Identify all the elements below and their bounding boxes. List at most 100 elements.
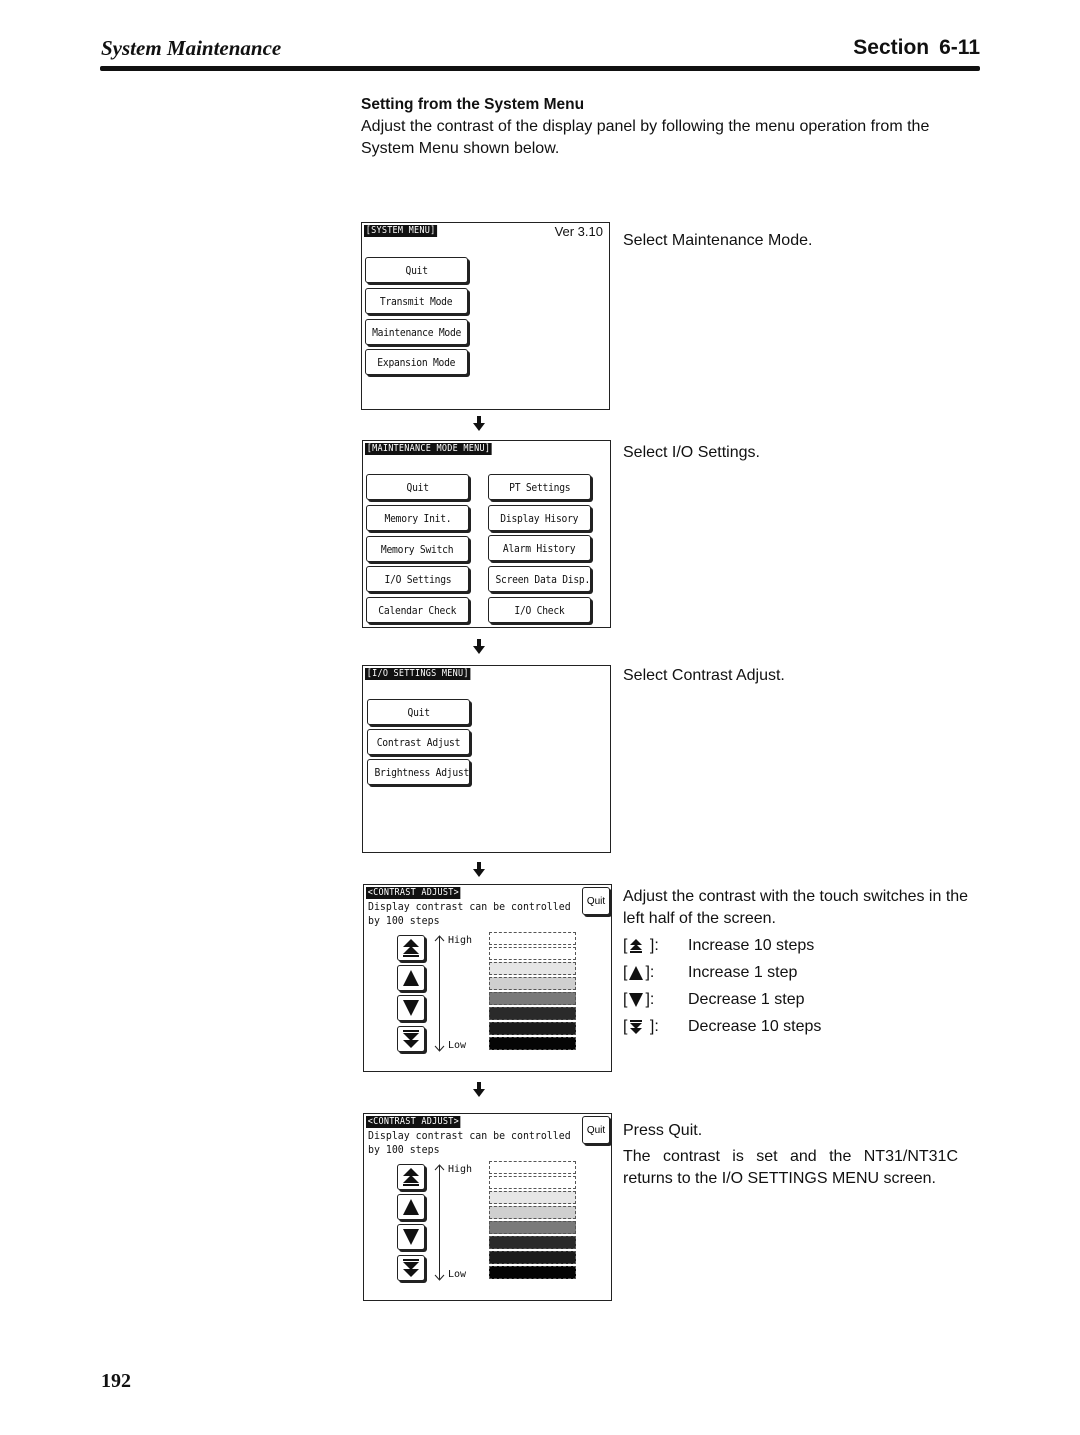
memory-switch-button[interactable]: Memory Switch: [366, 536, 469, 562]
quit-button[interactable]: Quit: [367, 699, 470, 725]
screen-title: <CONTRAST ADJUST>: [366, 887, 461, 899]
legend-label: Decrease 1 step: [688, 991, 805, 1008]
contrast-level-bar: [489, 1161, 576, 1174]
low-label: Low: [448, 1040, 467, 1051]
increase-1-step-button[interactable]: [397, 965, 425, 991]
quit-button[interactable]: Quit: [366, 474, 469, 500]
up-arrow-icon: [403, 970, 419, 986]
contrast-level-bar: [489, 977, 576, 990]
scale-up-arrowhead-icon: [434, 1164, 445, 1171]
double-down-arrow-icon: [403, 1259, 419, 1277]
contrast-level-bar: [489, 962, 576, 975]
decrease-10-steps-button[interactable]: [397, 1255, 425, 1281]
double-down-arrow-icon: [630, 1020, 643, 1034]
double-up-arrow-icon: [403, 1168, 419, 1186]
screen-title: [SYSTEM MENU]: [364, 225, 438, 237]
screen-title: <CONTRAST ADJUST>: [366, 1116, 461, 1128]
screen-title: [I/O SETTINGS MENU]: [365, 668, 471, 680]
screen-title: [MAINTENANCE MODE MENU]: [365, 443, 492, 455]
instruction-select-contrast-adjust: Select Contrast Adjust.: [623, 667, 785, 684]
section-label: Section: [853, 36, 930, 59]
contrast-adjust-button[interactable]: Contrast Adjust: [367, 729, 470, 755]
display-history-button[interactable]: Display Hisory: [488, 505, 591, 531]
pt-settings-button[interactable]: PT Settings: [488, 474, 591, 500]
contrast-level-bars: [489, 932, 576, 1052]
subsection-title: Setting from the System Menu: [361, 96, 585, 113]
high-label: High: [448, 1164, 473, 1175]
low-label: Low: [448, 1269, 467, 1280]
up-arrow-icon: [403, 1199, 419, 1215]
legend-label: Increase 10 steps: [688, 937, 815, 954]
double-down-arrow-icon: [403, 1030, 419, 1048]
version-label: Ver 3.10: [554, 224, 603, 239]
down-arrow-icon: [473, 862, 485, 877]
contrast-level-bar: [489, 1236, 576, 1249]
contrast-scale-line: [439, 937, 440, 1050]
decrease-1-step-button[interactable]: [397, 1224, 425, 1250]
down-arrow-icon: [473, 639, 485, 654]
increase-1-step-button[interactable]: [397, 1194, 425, 1220]
quit-button[interactable]: Quit: [582, 1116, 610, 1144]
contrast-level-bar: [489, 1037, 576, 1050]
contrast-level-bar: [489, 1191, 576, 1204]
decrease-10-steps-button[interactable]: [397, 1026, 425, 1052]
increase-10-steps-button[interactable]: [397, 1164, 425, 1190]
legend-decrease-1: []: Decrease 1 step: [623, 989, 805, 1011]
io-settings-menu-screen: [I/O SETTINGS MENU] Quit Contrast Adjust…: [362, 665, 611, 853]
header-rule: [100, 66, 980, 71]
maintenance-mode-menu-screen: [MAINTENANCE MODE MENU] Quit Memory Init…: [362, 440, 611, 628]
legend-label: Increase 1 step: [688, 964, 798, 981]
down-arrow-icon: [473, 416, 485, 431]
contrast-level-bar: [489, 947, 576, 960]
intro-paragraph: Adjust the contrast of the display panel…: [361, 118, 930, 157]
system-menu-screen: [SYSTEM MENU] Ver 3.10 Quit Transmit Mod…: [361, 222, 610, 410]
legend-label: Decrease 10 steps: [688, 1018, 822, 1035]
instruction-adjust-contrast: Adjust the contrast with the touch switc…: [623, 888, 969, 927]
contrast-level-bar: [489, 1221, 576, 1234]
instruction-contrast-set: The contrast is set and the NT31/NT31C r…: [623, 1148, 958, 1187]
down-arrow-icon: [403, 1229, 419, 1245]
contrast-scale-line: [439, 1166, 440, 1279]
contrast-adjust-quit-screen: <CONTRAST ADJUST> Display contrast can b…: [363, 1113, 612, 1301]
high-label: High: [448, 935, 473, 946]
down-arrow-icon: [629, 993, 644, 1007]
maintenance-mode-button[interactable]: Maintenance Mode: [365, 319, 468, 345]
io-settings-button[interactable]: I/O Settings: [366, 566, 469, 592]
legend-decrease-10: [ ]: Decrease 10 steps: [623, 1016, 821, 1038]
instruction-select-maintenance: Select Maintenance Mode.: [623, 232, 813, 249]
transmit-mode-button[interactable]: Transmit Mode: [365, 288, 468, 314]
up-arrow-icon: [629, 966, 644, 980]
down-arrow-icon: [403, 1000, 419, 1016]
contrast-description: Display contrast can be controlled by 10…: [368, 1129, 571, 1156]
contrast-level-bar: [489, 1206, 576, 1219]
legend-increase-1: []: Increase 1 step: [623, 962, 797, 984]
contrast-level-bar: [489, 1022, 576, 1035]
calendar-check-button[interactable]: Calendar Check: [366, 597, 469, 623]
contrast-level-bar: [489, 1251, 576, 1264]
decrease-1-step-button[interactable]: [397, 995, 425, 1021]
increase-10-steps-button[interactable]: [397, 935, 425, 961]
contrast-level-bar: [489, 1007, 576, 1020]
screen-data-disp-button[interactable]: Screen Data Disp.: [488, 566, 591, 592]
down-arrow-icon: [473, 1082, 485, 1097]
scale-down-arrowhead-icon: [434, 1045, 445, 1052]
contrast-level-bar: [489, 1266, 576, 1279]
section-heading: Section 6-11: [853, 36, 980, 60]
chapter-title: System Maintenance: [101, 36, 282, 60]
contrast-level-bar: [489, 1176, 576, 1189]
memory-init-button[interactable]: Memory Init.: [366, 505, 469, 531]
contrast-adjust-screen: <CONTRAST ADJUST> Display contrast can b…: [363, 884, 612, 1072]
io-check-button[interactable]: I/O Check: [488, 597, 591, 623]
legend-increase-10: [ ]: Increase 10 steps: [623, 935, 814, 957]
brightness-adjust-button[interactable]: Brightness Adjust: [367, 759, 470, 785]
double-up-arrow-icon: [403, 939, 419, 957]
scale-down-arrowhead-icon: [434, 1274, 445, 1281]
quit-button[interactable]: Quit: [365, 257, 468, 283]
instruction-select-io-settings: Select I/O Settings.: [623, 444, 760, 461]
quit-button[interactable]: Quit: [582, 887, 610, 915]
expansion-mode-button[interactable]: Expansion Mode: [365, 349, 468, 375]
contrast-description: Display contrast can be controlled by 10…: [368, 900, 571, 927]
alarm-history-button[interactable]: Alarm History: [488, 535, 591, 561]
contrast-level-bar: [489, 932, 576, 945]
double-up-arrow-icon: [630, 939, 643, 953]
